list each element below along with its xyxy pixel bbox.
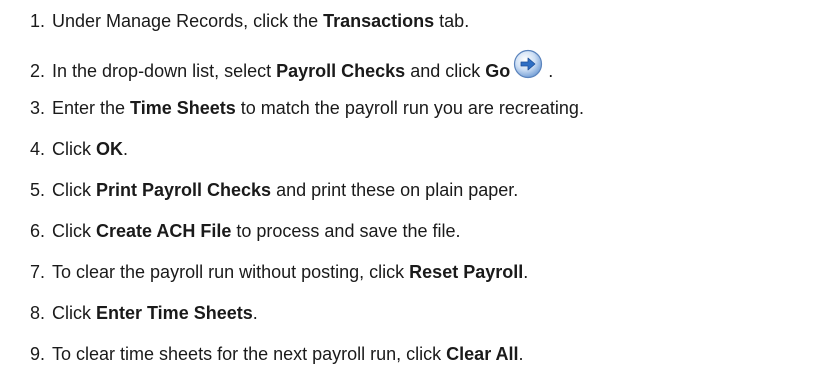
step-bold-term: OK <box>96 139 123 159</box>
step-6: 6. Click Create ACH File to process and s… <box>30 220 461 242</box>
step-number: 9. <box>30 344 46 364</box>
step-text: . <box>252 303 258 323</box>
step-bold-term: Enter Time Sheets <box>96 303 253 323</box>
instruction-steps: 1. Under Manage Records, click the Transa… <box>0 0 839 375</box>
step-text: Click <box>52 221 96 241</box>
step-5: 5. Click Print Payroll Checks and print t… <box>30 179 518 201</box>
step-text: To clear the payroll run without posting… <box>52 262 410 282</box>
step-text: Enter the <box>52 98 131 118</box>
step-text: tab. <box>434 11 470 31</box>
step-text: and print these on plain paper. <box>271 180 519 200</box>
step-text: To clear time sheets for the next payrol… <box>52 344 447 364</box>
step-number: 5. <box>30 180 46 200</box>
step-9: 9. To clear time sheets for the next payr… <box>30 343 524 365</box>
step-7: 7. To clear the payroll run without posti… <box>30 261 528 283</box>
step-text: to match the payroll run you are recreat… <box>235 98 584 118</box>
step-text: Under Manage Records, click the <box>52 11 324 31</box>
step-number: 7. <box>30 262 46 282</box>
step-4: 4. Click OK. <box>30 138 128 160</box>
step-number: 6. <box>30 221 46 241</box>
step-bold-term: Transactions <box>323 11 435 31</box>
step-text: . <box>523 262 529 282</box>
step-text: and click <box>405 61 486 81</box>
step-bold-term: Payroll Checks <box>276 61 406 81</box>
step-text: In the drop-down list, select <box>52 61 277 81</box>
step-1: 1. Under Manage Records, click the Transa… <box>30 10 469 32</box>
step-2: 2. In the drop-down list, select Payroll … <box>30 49 553 81</box>
step-text: Click <box>52 180 96 200</box>
step-bold-term: Go <box>485 61 511 81</box>
step-number: 1. <box>30 11 46 31</box>
step-text: Click <box>52 139 96 159</box>
step-number: 4. <box>30 139 46 159</box>
step-number: 8. <box>30 303 46 323</box>
step-bold-term: Print Payroll Checks <box>96 180 272 200</box>
step-bold-term: Clear All <box>446 344 519 364</box>
step-3: 3. Enter the Time Sheets to match the pay… <box>30 97 584 119</box>
step-text: . <box>518 344 524 364</box>
step-bold-term: Reset Payroll <box>409 262 524 282</box>
step-number: 3. <box>30 98 46 118</box>
step-text: to process and save the file. <box>231 221 461 241</box>
arrow-right-circle-icon <box>513 49 543 83</box>
step-bold-term: Create ACH File <box>96 221 232 241</box>
step-bold-term: Time Sheets <box>130 98 236 118</box>
step-text: . <box>543 61 554 81</box>
step-text: Click <box>52 303 96 323</box>
step-8: 8. Click Enter Time Sheets. <box>30 302 258 324</box>
step-number: 2. <box>30 61 46 81</box>
step-text: . <box>123 139 129 159</box>
